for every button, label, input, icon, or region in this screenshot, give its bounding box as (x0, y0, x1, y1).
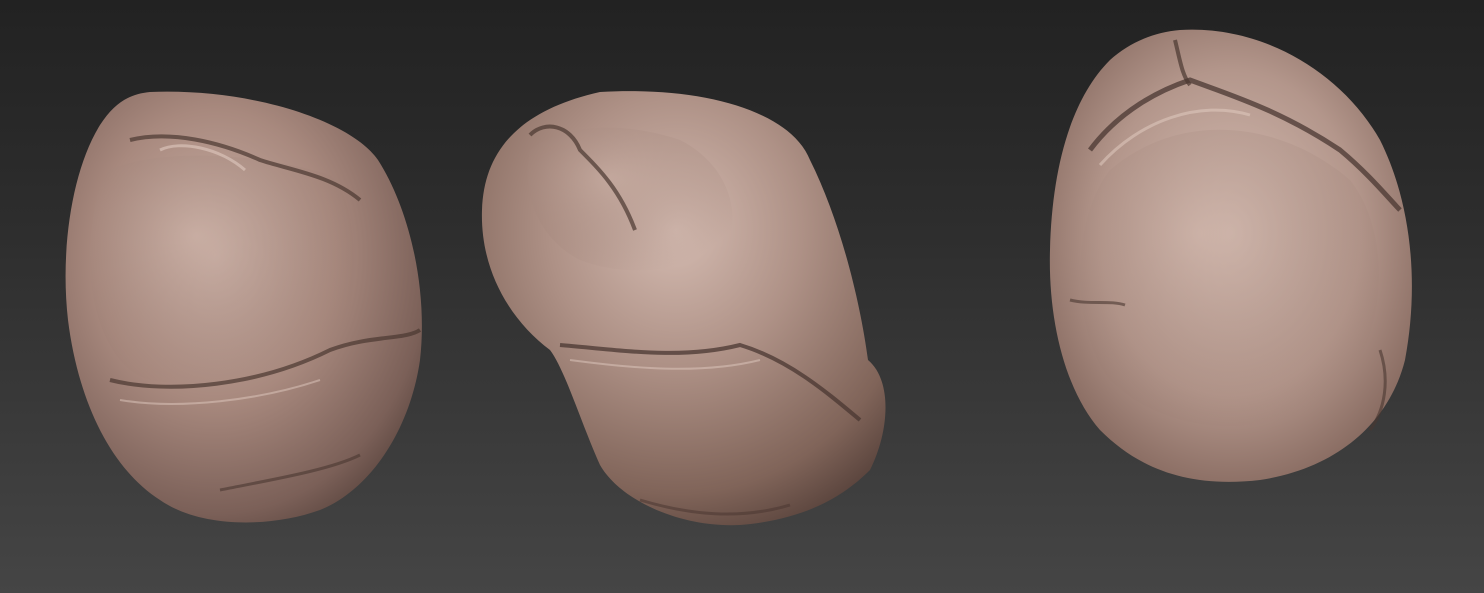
skull-cast-front-view (65, 91, 422, 523)
render-viewport (0, 0, 1484, 593)
skull-cast-angled-view (481, 91, 886, 526)
skull-cast-top-view (1049, 29, 1412, 482)
scene-canvas (65, 29, 1412, 526)
